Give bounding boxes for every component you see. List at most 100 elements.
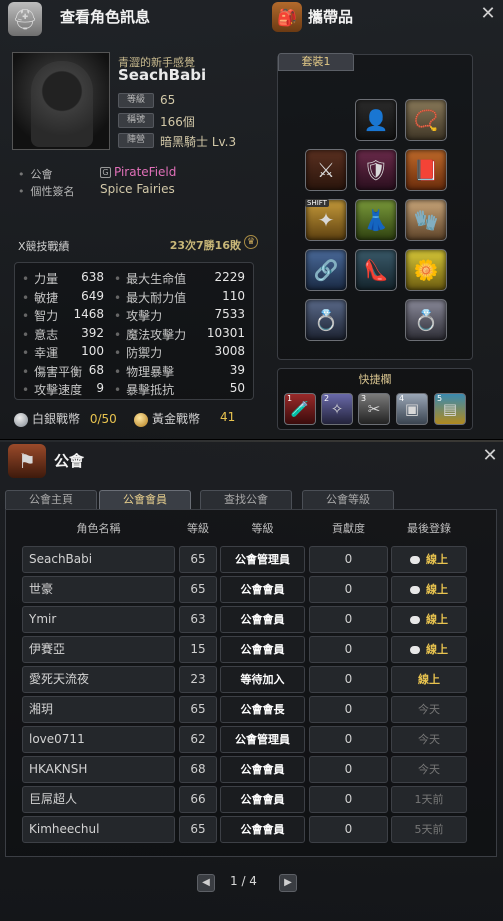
column-header-level: 等級 xyxy=(187,522,209,535)
stat-label: 幸運 xyxy=(22,344,58,361)
bracelet-equip-icon[interactable]: 🔗 xyxy=(305,249,347,291)
tab-guild-home[interactable]: 公會主頁 xyxy=(5,490,97,510)
tab-guild-members[interactable]: 公會會員 xyxy=(99,490,191,510)
table-row[interactable]: 湘玥 65 公會會長 0 今天 xyxy=(22,696,467,723)
table-row[interactable]: Ymir 63 公會會員 0 線上 xyxy=(22,606,467,633)
member-last-login: 今天 xyxy=(391,726,467,753)
necklace-equip-icon[interactable]: 📿 xyxy=(405,99,447,141)
stat-value: 7533 xyxy=(214,307,245,321)
close-icon[interactable]: ✕ xyxy=(480,446,500,466)
quickbar-slot-4-box-icon[interactable]: 4 ▣ xyxy=(396,393,428,425)
guild-name[interactable]: PirateField xyxy=(114,165,176,179)
member-last-login: 5天前 xyxy=(391,816,467,843)
skirt-equip-icon[interactable]: 👗 xyxy=(355,199,397,241)
prev-page-button[interactable]: ◀ xyxy=(197,874,215,892)
last-login-text: 線上 xyxy=(418,673,440,686)
close-icon[interactable]: ✕ xyxy=(478,4,498,24)
stat-value: 638 xyxy=(81,270,104,284)
faction-value: 暗黑騎士 Lv.3 xyxy=(160,135,237,149)
table-row[interactable]: 世豪 65 公會會員 0 線上 xyxy=(22,576,467,603)
last-login-text: 今天 xyxy=(418,733,440,746)
stat-label: 物理暴擊 xyxy=(114,363,174,380)
member-name: 湘玥 xyxy=(22,696,175,723)
silver-label: 白銀戰幣 xyxy=(32,412,81,426)
tab-find-guild[interactable]: 查找公會 xyxy=(200,490,292,510)
guild-window-title: 公會 xyxy=(54,452,85,470)
stat-label: 最大耐力值 xyxy=(114,289,186,306)
armor-equip-icon[interactable]: 🛡 xyxy=(355,149,397,191)
member-level: 62 xyxy=(179,726,217,753)
tab-guild-level[interactable]: 公會等級 xyxy=(302,490,394,510)
member-last-login: 今天 xyxy=(391,756,467,783)
member-name: 巨屌超人 xyxy=(22,786,175,813)
character-name: SeachBabi xyxy=(118,66,207,84)
member-level: 65 xyxy=(179,816,217,843)
table-row[interactable]: love0711 62 公會管理員 0 今天 xyxy=(22,726,467,753)
chat-bubble-icon[interactable] xyxy=(410,556,420,564)
table-row[interactable]: Kimheechul 65 公會會員 0 5天前 xyxy=(22,816,467,843)
page-indicator: 1 / 4 xyxy=(230,874,257,888)
stat-row: 智力 1468 xyxy=(22,307,104,323)
chat-bubble-icon[interactable] xyxy=(410,646,420,654)
chat-bubble-icon[interactable] xyxy=(410,616,420,624)
member-contribution: 0 xyxy=(309,606,388,633)
trophy-icon[interactable]: ♛ xyxy=(244,235,258,249)
stat-row: 防禦力 3008 xyxy=(114,344,245,360)
table-row[interactable]: 伊賽亞 15 公會會員 0 線上 xyxy=(22,636,467,663)
weapon-equip-icon[interactable]: ⚔ xyxy=(305,149,347,191)
ring-silver-equip-icon[interactable]: 💍 xyxy=(405,299,447,341)
next-page-button[interactable]: ▶ xyxy=(279,874,297,892)
member-level: 65 xyxy=(179,696,217,723)
guild-label: 公會 xyxy=(18,166,53,182)
book-equip-icon[interactable]: 📕 xyxy=(405,149,447,191)
member-level: 63 xyxy=(179,606,217,633)
member-name: Kimheechul xyxy=(22,816,175,843)
tab-equipment-set-1[interactable]: 套裝1 xyxy=(278,53,354,71)
member-level: 65 xyxy=(179,576,217,603)
quickbar-slot-3-skill-icon[interactable]: 3 ✂ xyxy=(358,393,390,425)
column-header-rank: 等級 xyxy=(251,522,274,535)
table-row[interactable]: 巨屌超人 66 公會會員 0 1天前 xyxy=(22,786,467,813)
knight-helmet-icon: ⛑ xyxy=(8,2,42,36)
column-header-name: 角色名稱 xyxy=(76,522,121,535)
stat-label: 智力 xyxy=(22,307,58,324)
stat-value: 649 xyxy=(81,288,104,303)
stat-value: 392 xyxy=(81,325,104,340)
column-header-contribution: 貢獻度 xyxy=(332,522,365,535)
stat-value: 39 xyxy=(229,362,245,377)
table-row[interactable]: SeachBabi 65 公會管理員 0 線上 xyxy=(22,546,467,573)
shoes-equip-icon[interactable]: 👠 xyxy=(355,249,397,291)
gold-label: 黃金戰幣 xyxy=(152,412,201,426)
table-row[interactable]: 愛死天流夜 23 等待加入 0 線上 xyxy=(22,666,467,693)
chat-bubble-icon[interactable] xyxy=(410,586,420,594)
gold-coin-icon xyxy=(134,412,148,427)
quickbar-slot-5-chest-icon[interactable]: 5 ▤ xyxy=(434,393,466,425)
hooded-figure-icon xyxy=(31,61,93,147)
member-last-login: 線上 xyxy=(391,576,467,603)
gold-value: 41 xyxy=(220,410,236,424)
ring-blue-equip-icon[interactable]: 💍 xyxy=(305,299,347,341)
gloves-equip-icon[interactable]: 🧤 xyxy=(405,199,447,241)
member-last-login: 線上 xyxy=(391,606,467,633)
hood-equip-icon[interactable]: 👤 xyxy=(355,99,397,141)
stat-value: 2229 xyxy=(214,270,245,284)
table-row[interactable]: HKAKNSH 68 公會會員 0 今天 xyxy=(22,756,467,783)
last-login-text: 今天 xyxy=(418,763,440,776)
last-login-text: 1天前 xyxy=(414,793,444,806)
member-rank: 公會會員 xyxy=(220,816,305,843)
guild-value-wrap[interactable]: G PirateField xyxy=(100,165,176,179)
quickbar-title: 快捷欄 xyxy=(358,373,392,386)
member-rank: 公會管理員 xyxy=(220,726,305,753)
last-login-text: 線上 xyxy=(426,643,448,656)
last-login-text: 線上 xyxy=(426,553,448,566)
silver-value: 0/50 xyxy=(89,412,117,426)
signature-value: Spice Fairies xyxy=(100,182,175,196)
member-contribution: 0 xyxy=(309,546,388,573)
stat-row: 物理暴擊 39 xyxy=(114,363,245,379)
quickbar-slot-2-skill-icon[interactable]: 2 ✧ xyxy=(321,393,353,425)
member-rank: 公會會員 xyxy=(220,576,305,603)
quickbar-slot-1-potion-icon[interactable]: 1 🧪 xyxy=(284,393,316,425)
member-name: 世豪 xyxy=(22,576,175,603)
flower-equip-icon[interactable]: 🌼 xyxy=(405,249,447,291)
stat-value: 10301 xyxy=(206,325,245,340)
